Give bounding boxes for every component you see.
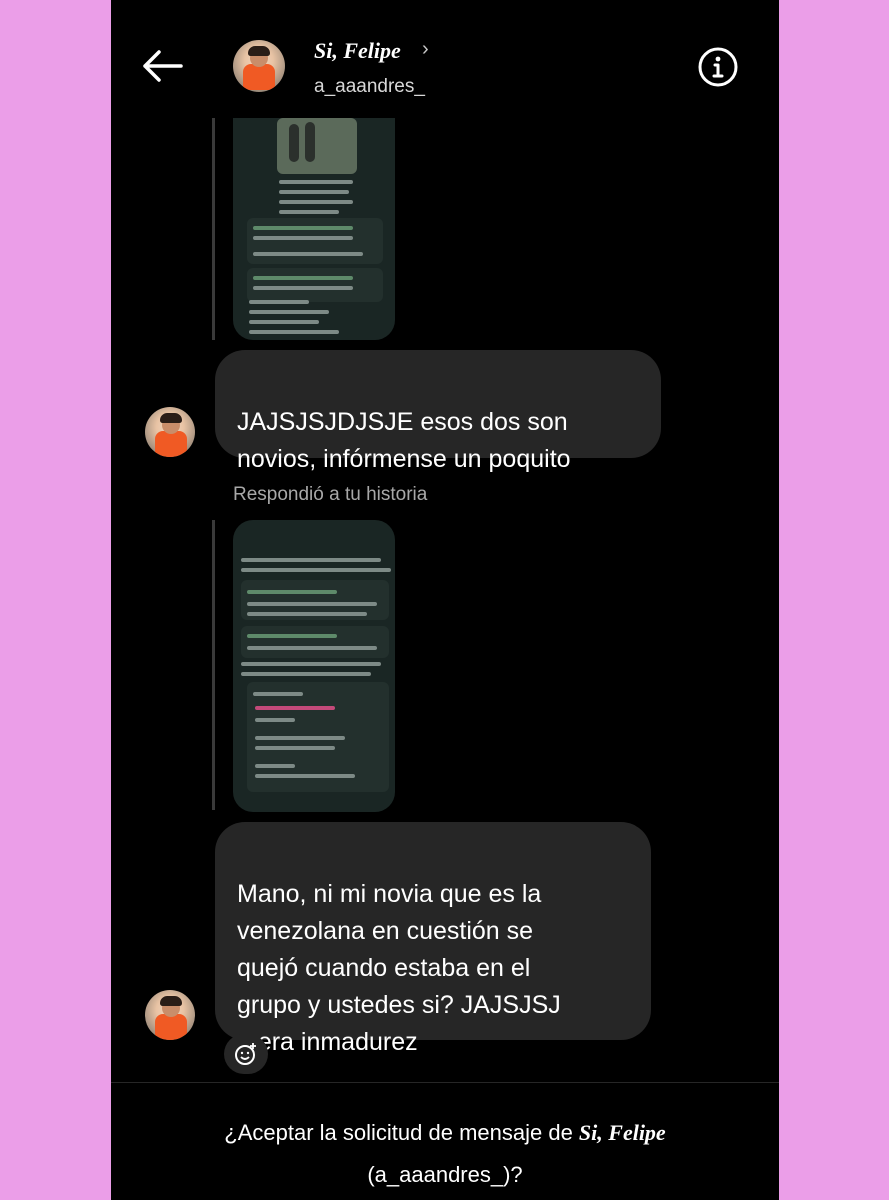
message-bubble[interactable]: Mano, ni mi novia que es la venezolana e… bbox=[215, 822, 651, 1056]
info-button[interactable] bbox=[697, 46, 739, 88]
story-preview-1[interactable] bbox=[233, 118, 395, 340]
accept-prompt-name: Si, Felipe bbox=[578, 1120, 666, 1145]
chat-screen: Si, Felipe › a_aaandres_ JAJSJSJDJSJE es… bbox=[111, 0, 779, 1200]
arrow-left-icon bbox=[143, 50, 183, 82]
accept-prompt-prefix: ¿Aceptar la solicitud de mensaje de bbox=[224, 1120, 579, 1145]
contact-username: a_aaandres_ bbox=[314, 76, 425, 97]
chevron-right-icon[interactable]: › bbox=[422, 38, 429, 61]
story-thread-line bbox=[212, 118, 215, 340]
add-reaction-button[interactable] bbox=[224, 1034, 268, 1074]
accept-prompt-handle: (a_aaandres_)? bbox=[367, 1162, 523, 1187]
story-thread-line bbox=[212, 520, 215, 810]
accept-request-prompt: ¿Aceptar la solicitud de mensaje de Si, … bbox=[111, 1112, 779, 1196]
message-text: Mano, ni mi novia que es la venezolana e… bbox=[237, 880, 561, 1056]
replied-to-story-label: Respondió a tu historia bbox=[233, 484, 428, 505]
footer-divider bbox=[111, 1082, 779, 1083]
sender-avatar[interactable] bbox=[145, 990, 195, 1040]
contact-name[interactable]: Si, Felipe bbox=[314, 38, 401, 64]
chat-header: Si, Felipe › a_aaandres_ bbox=[111, 0, 779, 110]
header-avatar[interactable] bbox=[233, 40, 285, 92]
message-text: JAJSJSJDJSJE esos dos son novios, infórm… bbox=[237, 408, 571, 473]
sender-avatar[interactable] bbox=[145, 407, 195, 457]
emoji-plus-icon bbox=[235, 1043, 256, 1065]
message-bubble[interactable]: JAJSJSJDJSJE esos dos son novios, infórm… bbox=[215, 350, 661, 473]
story-preview-2[interactable] bbox=[233, 520, 395, 812]
info-circle-icon bbox=[698, 47, 738, 87]
back-button[interactable] bbox=[141, 48, 185, 84]
